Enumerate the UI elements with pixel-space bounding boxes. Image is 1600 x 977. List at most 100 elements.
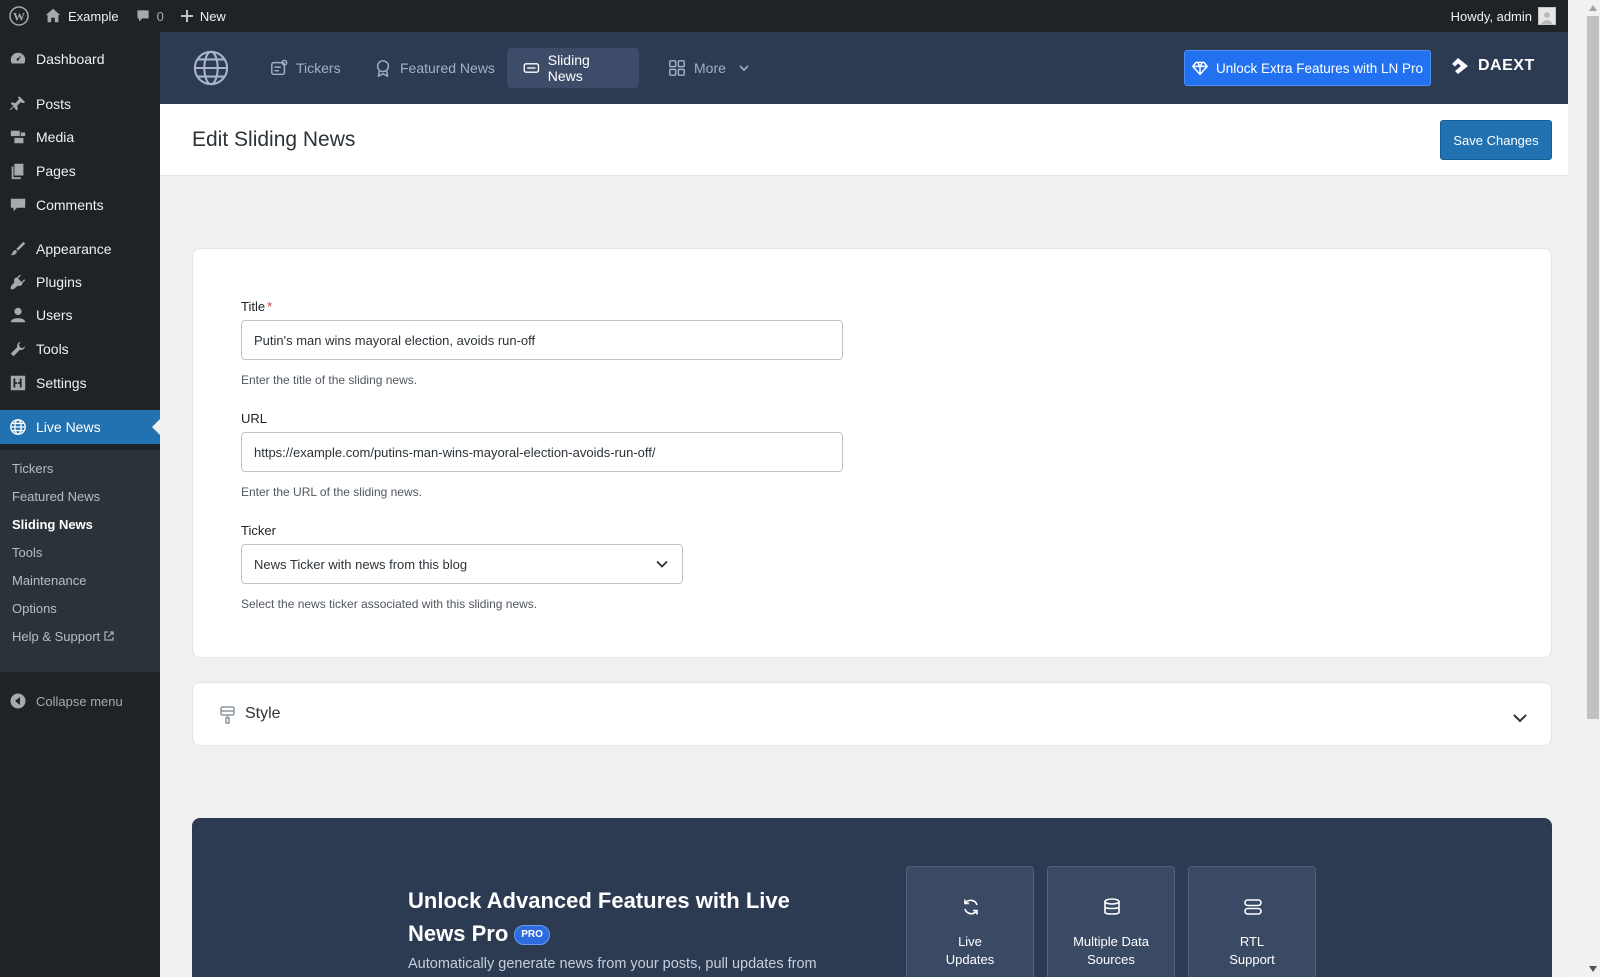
feature-label: Sources <box>1087 952 1135 967</box>
site-name: Example <box>68 8 119 24</box>
submenu-item-tickers[interactable]: Tickers <box>12 454 53 482</box>
dashboard-icon <box>0 50 36 68</box>
sidebar-item-pages[interactable]: Pages <box>0 154 160 188</box>
sidebar-item-label: Pages <box>36 163 76 179</box>
tab-sliding-news[interactable]: Sliding News <box>507 48 639 88</box>
paint-roller-icon <box>219 705 237 730</box>
new-content-link[interactable]: New <box>172 0 234 32</box>
media-icon <box>0 128 36 146</box>
scroll-down-arrow-icon[interactable] <box>1588 965 1598 973</box>
sliding-news-icon <box>523 63 540 73</box>
refresh-icon <box>961 897 981 920</box>
site-name-link[interactable]: Example <box>36 0 127 32</box>
tab-more[interactable]: More <box>652 48 766 88</box>
daext-logo-icon <box>1452 58 1468 74</box>
submenu-item-tools[interactable]: Tools <box>12 538 42 566</box>
pro-badge: PRO <box>514 925 550 946</box>
comment-icon <box>0 196 36 214</box>
ticker-help-text: Select the news ticker associated with t… <box>241 597 538 611</box>
collapse-menu-button[interactable]: Collapse menu <box>0 684 160 718</box>
chevron-down-icon <box>656 560 668 568</box>
admin-sidebar: Dashboard Posts Media Pages Comments App… <box>0 32 160 977</box>
unlock-pro-button[interactable]: Unlock Extra Features with LN Pro <box>1184 50 1431 86</box>
sidebar-item-appearance[interactable]: Appearance <box>0 232 160 266</box>
style-section-toggle[interactable]: Style <box>192 682 1552 746</box>
submenu-label: Help & Support <box>12 628 101 644</box>
award-icon <box>376 60 390 77</box>
sidebar-item-label: Comments <box>36 197 104 213</box>
svg-text:W: W <box>13 10 25 24</box>
sidebar-item-posts[interactable]: Posts <box>0 87 160 121</box>
feature-label: RTL <box>1239 934 1265 949</box>
sidebar-item-tools[interactable]: Tools <box>0 332 160 366</box>
feature-label: Support <box>1229 952 1275 967</box>
submenu-item-sliding-news[interactable]: Sliding News <box>12 510 93 538</box>
sidebar-item-dashboard[interactable]: Dashboard <box>0 42 160 76</box>
plugin-icon <box>0 273 36 291</box>
title-input-value: Putin's man wins mayoral election, avoid… <box>254 332 536 348</box>
external-link-icon <box>104 631 114 641</box>
comments-link[interactable]: 0 <box>127 0 172 32</box>
submenu-label: Sliding News <box>12 516 93 532</box>
submenu-item-featured-news[interactable]: Featured News <box>12 482 100 510</box>
live-news-submenu: Tickers Featured News Sliding News Tools… <box>0 450 160 672</box>
promo-description: Automatically generate news from your po… <box>408 956 817 972</box>
url-field-label: URL <box>241 411 268 426</box>
submenu-item-help-support[interactable]: Help & Support <box>12 622 114 650</box>
comments-count: 0 <box>156 8 164 24</box>
tab-tickers[interactable]: Tickers <box>254 48 357 88</box>
scrollbar-thumb[interactable] <box>1587 16 1599 719</box>
ticker-selected-value: News Ticker with news from this blog <box>254 556 468 572</box>
scroll-up-arrow-icon[interactable] <box>1588 4 1598 12</box>
sidebar-item-label: Settings <box>36 375 87 391</box>
tab-label: Sliding News <box>547 52 590 84</box>
sidebar-item-users[interactable]: Users <box>0 298 160 332</box>
title-input[interactable]: Putin's man wins mayoral election, avoid… <box>241 320 843 360</box>
tab-label: More <box>694 60 726 76</box>
sidebar-item-label: Users <box>36 307 73 323</box>
account-menu[interactable]: Howdy, admin <box>1443 0 1556 32</box>
user-icon <box>0 306 36 324</box>
sidebar-item-label: Appearance <box>36 241 112 257</box>
submenu-item-maintenance[interactable]: Maintenance <box>12 566 86 594</box>
sidebar-item-media[interactable]: Media <box>0 120 160 154</box>
sidebar-item-label: Plugins <box>36 274 82 290</box>
grid-icon <box>669 60 685 76</box>
title-label-text: Title <box>241 299 266 314</box>
unlock-pro-label: Unlock Extra Features with LN Pro <box>1215 60 1424 76</box>
save-changes-button[interactable]: Save Changes <box>1440 120 1552 160</box>
submenu-item-options[interactable]: Options <box>12 594 57 622</box>
promo-title: Unlock Advanced Features with Live News … <box>408 884 828 950</box>
pin-icon <box>0 95 36 113</box>
promo-title-text: Unlock Advanced Features with Live News … <box>408 888 790 946</box>
plugin-header: Tickers Featured News Sliding News More … <box>160 32 1568 104</box>
feature-rtl-support: RTL Support <box>1188 866 1316 977</box>
tab-label: Tickers <box>296 60 341 76</box>
ticker-select[interactable]: News Ticker with news from this blog <box>241 544 683 584</box>
pro-promo-banner: Unlock Advanced Features with Live News … <box>192 818 1552 977</box>
sidebar-item-label: Live News <box>36 419 101 435</box>
tab-featured-news[interactable]: Featured News <box>358 48 511 88</box>
sidebar-item-comments[interactable]: Comments <box>0 188 160 222</box>
pages-icon <box>0 162 36 180</box>
collapse-label: Collapse menu <box>36 693 123 709</box>
brush-icon <box>0 240 36 258</box>
page-header: Edit Sliding News Save Changes <box>160 104 1568 176</box>
feature-label: Live <box>958 934 982 949</box>
sidebar-item-settings[interactable]: Settings <box>0 366 160 400</box>
ticker-icon <box>271 59 288 76</box>
url-input[interactable]: https://example.com/putins-man-wins-mayo… <box>241 432 843 472</box>
wordpress-logo-icon[interactable]: W <box>1 0 36 32</box>
title-field-label: Title * <box>241 299 272 314</box>
home-icon <box>45 8 61 23</box>
comment-bubble-icon <box>136 10 149 22</box>
sidebar-item-plugins[interactable]: Plugins <box>0 265 160 299</box>
collapse-arrow-icon <box>0 693 36 709</box>
feature-label: Updates <box>945 952 995 967</box>
brand-text: DAEXT <box>1478 57 1535 74</box>
daext-brand[interactable]: DAEXT <box>1450 56 1535 76</box>
wrench-icon <box>0 340 36 358</box>
plus-icon <box>180 10 193 22</box>
page-title: Edit Sliding News <box>192 128 356 151</box>
sidebar-item-live-news[interactable]: Live News <box>0 410 160 444</box>
